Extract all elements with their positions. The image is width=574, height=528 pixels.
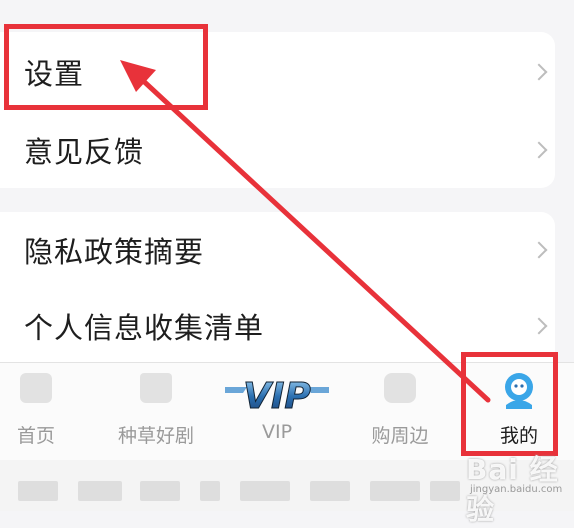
annotation-arrow (120, 60, 491, 403)
watermark-url: jingyan.baidu.com (470, 484, 563, 495)
